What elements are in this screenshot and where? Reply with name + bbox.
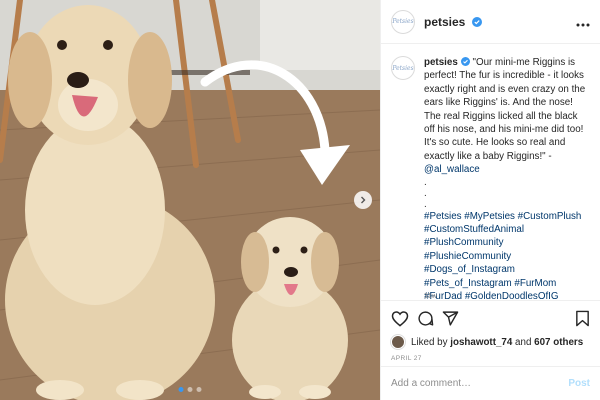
comment-icon bbox=[418, 310, 434, 326]
caption-avatar-logo-text: Petsies bbox=[392, 64, 414, 72]
bookmark-icon bbox=[576, 310, 589, 326]
verified-badge-icon bbox=[460, 57, 470, 66]
carousel-dot bbox=[196, 387, 202, 392]
avatar[interactable]: Petsies bbox=[391, 9, 415, 34]
next-photo-button[interactable] bbox=[354, 191, 372, 209]
caption-body: "Our mini-me Riggins is perfect! The fur… bbox=[424, 57, 586, 162]
verified-badge-icon bbox=[471, 16, 482, 27]
post-header: Petsies petsies bbox=[381, 0, 600, 44]
comments-section[interactable]: Petsies petsies "Our mini-me Riggins is … bbox=[381, 44, 600, 300]
dogs-photo-illustration bbox=[0, 0, 380, 400]
username-text: petsies bbox=[424, 14, 466, 29]
post-comment-button[interactable]: Post bbox=[568, 378, 590, 389]
carousel-dot bbox=[187, 387, 193, 392]
header-username[interactable]: petsies bbox=[424, 15, 482, 29]
caption-dot: . bbox=[424, 176, 427, 188]
comment-button[interactable] bbox=[417, 310, 434, 327]
send-icon bbox=[442, 310, 459, 326]
more-horizontal-icon bbox=[576, 23, 590, 26]
caption-username[interactable]: petsies bbox=[424, 57, 458, 68]
likes-connector: and bbox=[515, 336, 532, 348]
post-side-panel: Petsies petsies Petsies petsies "Our min… bbox=[380, 0, 600, 400]
add-comment-bar: Post bbox=[381, 366, 600, 400]
caption-dot: . bbox=[424, 187, 427, 199]
chevron-right-icon bbox=[361, 196, 366, 204]
caption-mention-link[interactable]: @al_wallace bbox=[424, 164, 480, 175]
avatar-logo-text: Petsies bbox=[392, 18, 414, 25]
heart-icon bbox=[391, 310, 409, 327]
liker-username[interactable]: joshawott_74 bbox=[450, 337, 512, 348]
carousel-indicator bbox=[178, 387, 202, 392]
caption-time-ago: 31w bbox=[424, 293, 437, 300]
likes-summary: Liked by joshawott_74 and 607 others bbox=[391, 335, 590, 349]
likes-prefix: Liked by bbox=[411, 336, 448, 348]
liker-avatar[interactable] bbox=[391, 335, 405, 349]
more-options-button[interactable] bbox=[576, 14, 590, 30]
likes-others-link[interactable]: 607 others bbox=[534, 337, 583, 348]
save-button[interactable] bbox=[575, 310, 590, 327]
post-actions: Liked by joshawott_74 and 607 others APR… bbox=[381, 300, 600, 366]
caption-avatar[interactable]: Petsies bbox=[391, 56, 415, 80]
caption-hashtags[interactable]: #Petsies #MyPetsies #CustomPlush #Custom… bbox=[424, 210, 590, 300]
caption-dot: . bbox=[424, 198, 427, 210]
caption-row: Petsies petsies "Our mini-me Riggins is … bbox=[391, 56, 590, 300]
post-photo[interactable] bbox=[0, 0, 380, 400]
share-button[interactable] bbox=[442, 310, 459, 327]
carousel-dot bbox=[178, 387, 184, 392]
caption-text: petsies "Our mini-me Riggins is perfect!… bbox=[424, 56, 590, 300]
like-button[interactable] bbox=[391, 310, 409, 327]
post-date: APRIL 27 bbox=[391, 355, 422, 362]
instagram-post: Petsies petsies Petsies petsies "Our min… bbox=[0, 0, 600, 400]
comment-input[interactable] bbox=[391, 378, 569, 389]
action-icons bbox=[391, 307, 590, 329]
